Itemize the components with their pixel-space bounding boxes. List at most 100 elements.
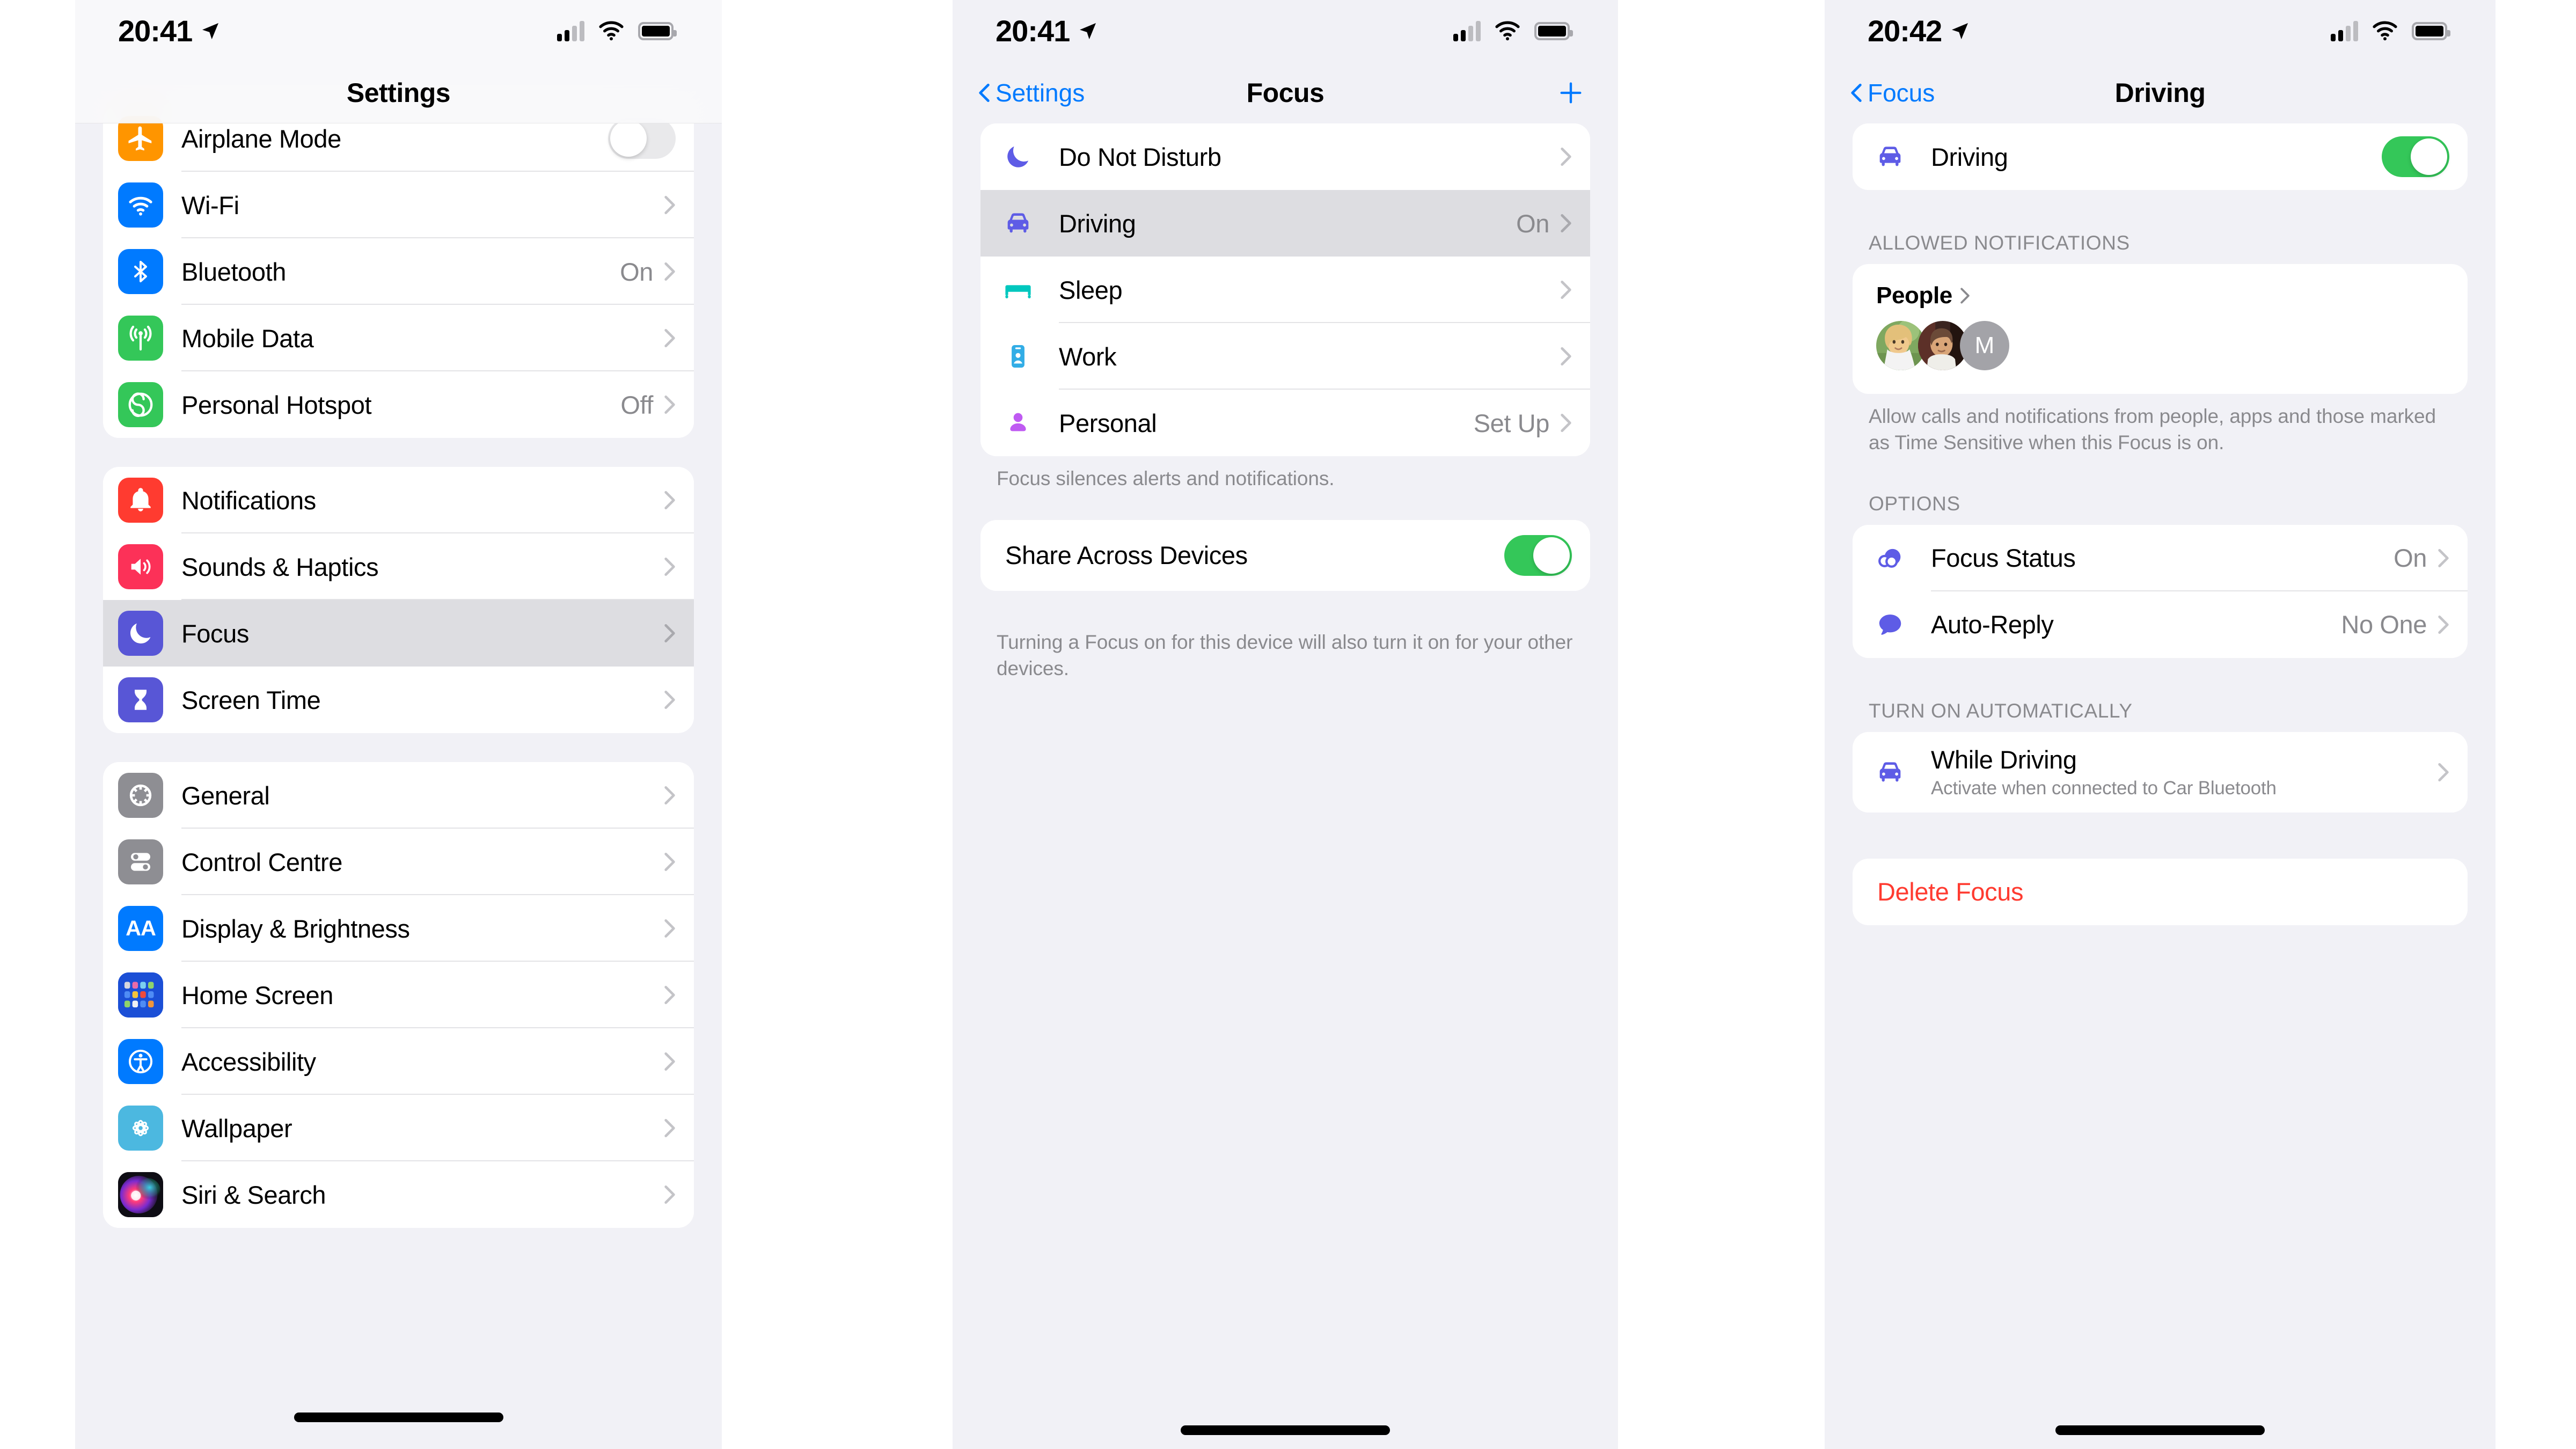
cellular-bars-icon — [2331, 20, 2358, 41]
status-bar: 20:41 — [953, 0, 1618, 62]
home-screen-icon — [118, 972, 163, 1018]
people-avatars[interactable]: M — [1876, 321, 2444, 370]
sidebar-item-focus[interactable]: Focus — [103, 600, 694, 667]
row-general[interactable]: General — [103, 762, 694, 829]
row-label: Driving — [1931, 142, 2008, 171]
row-mobile-data[interactable]: Mobile Data — [103, 305, 694, 371]
chevron-right-icon — [1561, 147, 1571, 166]
status-time: 20:41 — [118, 14, 193, 48]
bed-icon — [996, 267, 1041, 312]
row-driving[interactable]: Driving On — [980, 190, 1590, 257]
people-card[interactable]: People M — [1853, 264, 2468, 394]
navigation-bar: Focus Driving — [1825, 62, 2496, 123]
row-display-brightness[interactable]: AA Display & Brightness — [103, 895, 694, 962]
moon-icon — [996, 134, 1041, 179]
turn-on-automatically-header: TURN ON AUTOMATICALLY — [1869, 699, 2133, 722]
status-left: 20:41 — [118, 13, 221, 48]
share-across-devices-toggle[interactable] — [1504, 535, 1572, 576]
row-text: While Driving Activate when connected to… — [1931, 745, 2438, 799]
chevron-right-icon — [664, 786, 675, 805]
row-screen-time[interactable]: Screen Time — [103, 667, 694, 733]
home-indicator[interactable] — [294, 1413, 503, 1422]
battery-icon — [638, 21, 677, 40]
add-icon[interactable] — [1557, 79, 1585, 107]
row-personal[interactable]: Personal Set Up — [980, 390, 1590, 456]
car-icon — [996, 201, 1041, 246]
row-bluetooth[interactable]: Bluetooth On — [103, 238, 694, 305]
cellular-bars-icon — [557, 20, 584, 41]
wallpaper-icon — [118, 1106, 163, 1151]
turn-on-automatically-group: While Driving Activate when connected to… — [1853, 731, 2468, 813]
driving-scroll-body: Driving ALLOWED NOTIFICATIONS People M A… — [1825, 123, 2496, 925]
row-personal-hotspot[interactable]: Personal Hotspot Off — [103, 371, 694, 438]
row-sleep[interactable]: Sleep — [980, 257, 1590, 323]
row-label: Sounds & Haptics — [181, 552, 379, 581]
row-label: General — [181, 781, 270, 810]
row-wifi[interactable]: Wi-Fi — [103, 172, 694, 238]
row-siri-search[interactable]: Siri & Search — [103, 1161, 694, 1228]
chevron-right-icon — [664, 852, 675, 872]
row-notifications[interactable]: Notifications — [103, 467, 694, 533]
home-indicator[interactable] — [1181, 1425, 1390, 1435]
delete-focus-button[interactable]: Delete Focus — [1853, 858, 2468, 925]
car-icon — [1868, 134, 1913, 179]
page-title: Focus — [1246, 77, 1324, 108]
row-driving-master[interactable]: Driving — [1853, 123, 2468, 190]
row-title: While Driving — [1931, 745, 2077, 774]
aa-glyph: AA — [126, 916, 156, 940]
row-subtitle: Activate when connected to Car Bluetooth — [1931, 778, 2277, 799]
row-label: Airplane Mode — [181, 124, 341, 153]
status-right — [2331, 20, 2450, 41]
back-button-focus[interactable]: Focus — [1850, 78, 1935, 107]
share-across-devices-footer: Turning a Focus on for this device will … — [997, 631, 1573, 679]
row-wallpaper[interactable]: Wallpaper — [103, 1095, 694, 1161]
chevron-right-icon — [664, 195, 675, 215]
row-auto-reply[interactable]: Auto-Reply No One — [1853, 591, 2468, 658]
status-left: 20:41 — [996, 13, 1099, 48]
row-home-screen[interactable]: Home Screen — [103, 962, 694, 1028]
chevron-right-icon — [664, 1185, 675, 1204]
airplane-mode-toggle[interactable] — [608, 118, 676, 159]
chevron-right-icon — [1561, 214, 1571, 233]
chevron-right-icon — [1960, 288, 1970, 304]
people-header[interactable]: People — [1876, 282, 2444, 309]
share-across-devices-group: Share Across Devices — [980, 519, 1590, 591]
cellular-bars-icon — [1453, 20, 1481, 41]
row-value: On — [1516, 209, 1549, 238]
chevron-left-icon — [979, 83, 990, 102]
row-value: On — [620, 257, 653, 286]
options-header: OPTIONS — [1869, 492, 1960, 515]
wifi-icon — [599, 21, 624, 40]
chevron-right-icon — [664, 557, 675, 576]
allowed-notifications-footer: Allow calls and notifications from peopl… — [1869, 405, 2436, 453]
row-accessibility[interactable]: Accessibility — [103, 1028, 694, 1095]
row-label: Wi-Fi — [181, 191, 239, 219]
row-do-not-disturb[interactable]: Do Not Disturb — [980, 123, 1590, 190]
row-focus-status[interactable]: Focus Status On — [1853, 524, 2468, 591]
home-indicator[interactable] — [2055, 1425, 2265, 1435]
row-label: Share Across Devices — [1005, 541, 1248, 570]
row-label: Personal — [1059, 408, 1157, 437]
focus-status-icon — [1868, 536, 1913, 581]
location-arrow-icon — [202, 23, 219, 39]
row-sounds-haptics[interactable]: Sounds & Haptics — [103, 533, 694, 600]
row-work[interactable]: Work — [980, 323, 1590, 390]
allowed-notifications-header: ALLOWED NOTIFICATIONS — [1869, 232, 2130, 254]
driving-focus-toggle[interactable] — [2382, 136, 2449, 177]
control-centre-icon — [118, 839, 163, 884]
message-bubble-icon — [1868, 602, 1913, 647]
focus-scroll-body: Do Not Disturb Driving On Sleep Work Per… — [953, 123, 1618, 682]
settings-group-alerts: Notifications Sounds & Haptics Focus Scr… — [103, 467, 694, 733]
page-title: Settings — [346, 77, 451, 108]
row-control-centre[interactable]: Control Centre — [103, 829, 694, 895]
row-label: Notifications — [181, 486, 316, 515]
row-share-across-devices[interactable]: Share Across Devices — [980, 519, 1590, 591]
row-while-driving[interactable]: While Driving Activate when connected to… — [1853, 731, 2468, 813]
row-label: Personal Hotspot — [181, 390, 372, 419]
hotspot-icon — [118, 382, 163, 427]
chevron-right-icon — [664, 328, 675, 348]
bluetooth-icon — [118, 249, 163, 294]
back-button-settings[interactable]: Settings — [978, 78, 1085, 107]
row-label: Screen Time — [181, 685, 321, 714]
chevron-right-icon — [664, 1118, 675, 1138]
